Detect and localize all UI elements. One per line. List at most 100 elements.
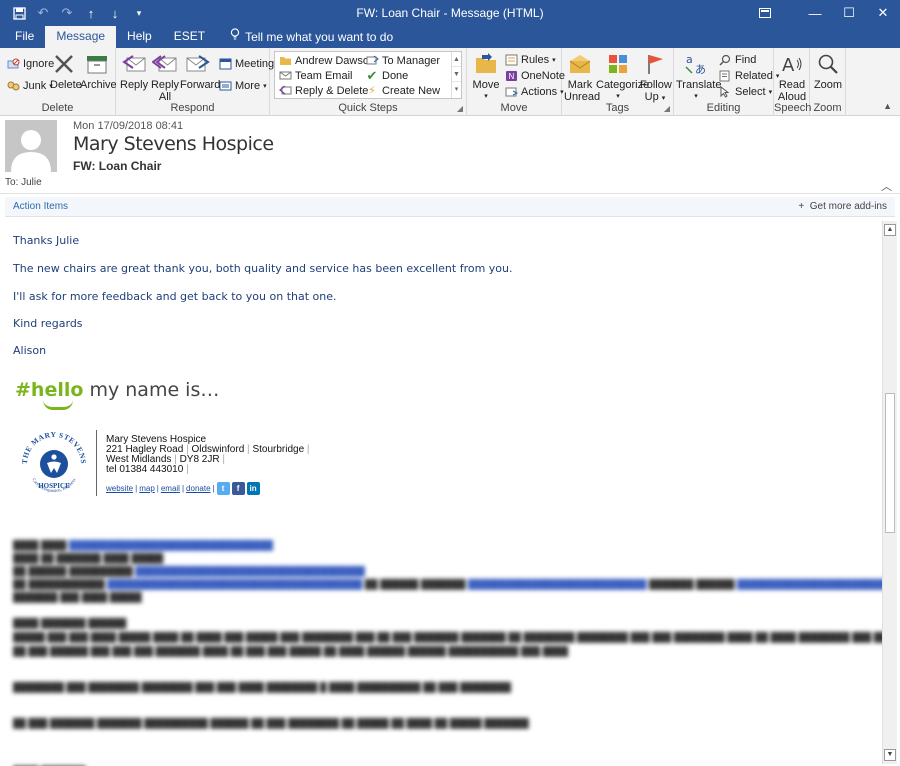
website-link[interactable]: website: [106, 484, 133, 493]
svg-text:a: a: [686, 53, 693, 66]
quick-step-to-manager[interactable]: To Manager: [365, 53, 440, 68]
onenote-icon: N: [504, 69, 518, 82]
email-link[interactable]: email: [161, 484, 180, 493]
move-button[interactable]: Move ▾: [471, 51, 501, 103]
check-icon: ✔: [366, 67, 378, 83]
more-respond-icon: [218, 79, 232, 92]
close-icon[interactable]: ✕: [866, 0, 900, 26]
sender-name[interactable]: Mary Stevens Hospice: [73, 133, 274, 155]
editing-group-label: Editing: [706, 102, 741, 114]
scroll-down-arrow-icon[interactable]: ▼: [884, 749, 896, 761]
delete-group-label: Delete: [41, 102, 74, 114]
hello-smile-icon: [43, 400, 73, 410]
quick-step-done[interactable]: ✔ Done: [365, 67, 409, 83]
respond-group-label: Respond: [170, 102, 215, 114]
scroll-down-icon[interactable]: ▼: [452, 67, 461, 82]
facebook-icon[interactable]: f: [231, 482, 245, 495]
previous-item-icon[interactable]: ↑: [80, 2, 102, 24]
quick-steps-label: Quick Steps: [338, 102, 398, 114]
redo-icon[interactable]: ↷: [56, 2, 78, 24]
reply-all-button[interactable]: Reply All: [150, 51, 180, 103]
chevron-down-icon: ▾: [552, 56, 556, 64]
reply-button[interactable]: Reply: [120, 51, 148, 91]
quick-step-create-new[interactable]: ⚡ Create New: [365, 83, 440, 98]
customize-qat-icon[interactable]: ▾: [128, 2, 150, 24]
body-scrollbar[interactable]: ▲ ▼: [882, 221, 897, 764]
scroll-up-arrow-icon[interactable]: ▲: [884, 224, 896, 236]
expand-gallery-icon[interactable]: ▾: [452, 82, 461, 97]
related-icon: [718, 69, 732, 82]
junk-button[interactable]: Junk ▾: [6, 78, 53, 93]
maximize-icon[interactable]: ☐: [832, 0, 866, 26]
tab-eset[interactable]: ESET: [163, 26, 216, 48]
related-button[interactable]: Related ▾: [718, 68, 779, 83]
tab-help[interactable]: Help: [116, 26, 163, 48]
tab-file[interactable]: File: [4, 26, 45, 48]
cursor-icon: [718, 85, 732, 98]
body-line: Alison: [13, 344, 47, 357]
rules-button[interactable]: Rules ▾: [504, 52, 556, 67]
dialog-launcher-icon[interactable]: ◢: [664, 104, 670, 113]
respond-group: Reply Reply All Forward Meeting More ▾ R…: [116, 48, 274, 116]
tags-group-label: Tags: [605, 102, 630, 114]
actions-icon: [504, 85, 518, 98]
folder-icon: [278, 54, 292, 67]
archive-button[interactable]: Archive: [80, 51, 117, 91]
quick-step-team-email[interactable]: Team Email: [278, 68, 352, 83]
meeting-button[interactable]: Meeting: [218, 56, 274, 71]
find-button[interactable]: Find: [718, 52, 756, 67]
minimize-icon[interactable]: —: [798, 0, 832, 26]
sender-avatar[interactable]: [5, 120, 57, 172]
svg-text:あ: あ: [695, 63, 706, 76]
ignore-button[interactable]: Ignore: [6, 56, 54, 71]
scroll-up-icon[interactable]: ▲: [452, 52, 461, 67]
ribbon-display-options-icon[interactable]: [748, 0, 782, 26]
quick-steps-scroller[interactable]: ▲ ▼ ▾: [451, 52, 461, 98]
recipient-line[interactable]: To: Julie: [5, 177, 42, 188]
mark-unread-button[interactable]: Mark Unread: [564, 51, 600, 103]
undo-icon[interactable]: ↶: [32, 2, 54, 24]
follow-up-button[interactable]: Follow Up ▾: [640, 51, 672, 105]
delete-button[interactable]: Delete: [50, 51, 82, 91]
tab-message[interactable]: Message: [45, 26, 117, 48]
zoom-button[interactable]: Zoom: [812, 51, 844, 91]
forward-icon: [184, 51, 212, 77]
categorize-button[interactable]: Categorize ▾: [596, 51, 649, 103]
twitter-icon[interactable]: t: [216, 482, 230, 495]
lightning-icon: ⚡: [368, 85, 376, 97]
reply-all-icon: [151, 51, 179, 77]
collapse-ribbon-icon[interactable]: ▲: [883, 101, 892, 111]
dialog-launcher-icon[interactable]: ◢: [457, 104, 463, 113]
lightbulb-icon: [230, 27, 240, 47]
archive-icon: [83, 51, 111, 77]
signature-phone: tel 01384 443010 |: [106, 464, 189, 475]
collapse-header-icon[interactable]: ︿: [881, 178, 892, 194]
map-link[interactable]: map: [139, 484, 155, 493]
title-bar: ↶ ↷ ↑ ↓ ▾ FW: Loan Chair - Message (HTML…: [0, 0, 900, 26]
flag-icon: [641, 51, 669, 77]
read-aloud-button[interactable]: A Read Aloud: [776, 51, 808, 103]
forward-button[interactable]: Forward: [180, 51, 220, 91]
tags-group: Mark Unread Categorize ▾ Follow Up ▾ Tag…: [562, 48, 674, 116]
next-item-icon[interactable]: ↓: [104, 2, 126, 24]
quick-step-andrew-dawson[interactable]: Andrew Dawson: [278, 53, 375, 68]
onenote-button[interactable]: N OneNote: [504, 68, 565, 83]
actions-button[interactable]: Actions ▾: [504, 84, 564, 99]
select-button[interactable]: Select ▾: [718, 84, 772, 99]
donate-link[interactable]: donate: [186, 484, 210, 493]
tell-me-label: Tell me what you want to do: [245, 30, 394, 44]
get-more-addins-button[interactable]: + Get more add-ins: [798, 201, 887, 212]
more-respond-button[interactable]: More ▾: [218, 78, 267, 93]
action-items-bar: Action Items + Get more add-ins: [5, 197, 895, 217]
scrollbar-thumb[interactable]: [885, 393, 895, 533]
translate-button[interactable]: aあ Translate ▾: [676, 51, 721, 103]
linkedin-icon[interactable]: in: [246, 482, 260, 495]
save-icon[interactable]: [8, 2, 30, 24]
quick-step-reply-delete[interactable]: Reply & Delete: [278, 83, 368, 98]
find-icon: [718, 53, 732, 66]
action-items-link[interactable]: Action Items: [13, 201, 68, 212]
delete-x-icon: [50, 51, 78, 77]
forward-mail-icon: [365, 54, 379, 67]
message-date: Mon 17/09/2018 08:41: [73, 120, 184, 132]
tell-me-box[interactable]: Tell me what you want to do: [216, 26, 393, 48]
